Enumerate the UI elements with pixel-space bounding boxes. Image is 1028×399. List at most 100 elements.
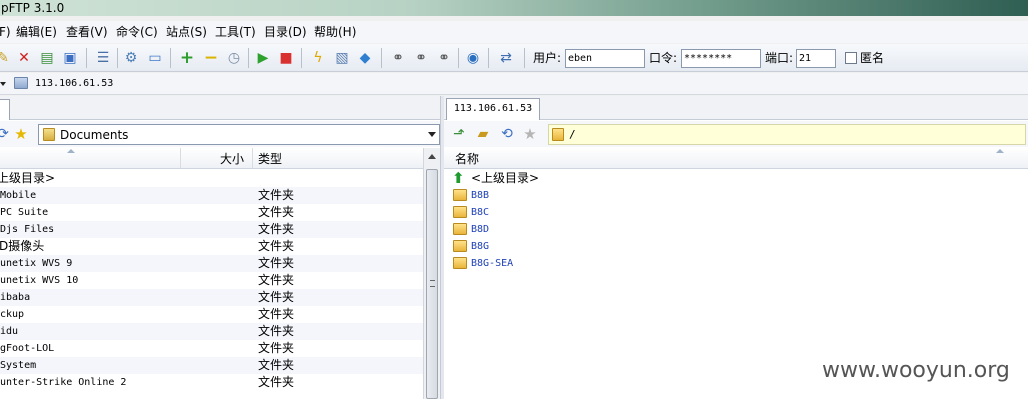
quick-connect-bar: 113.106.61.53 <box>0 73 1028 95</box>
user-field[interactable]: eben <box>565 49 645 68</box>
remote-pane: 113.106.61.53 ⬏ ▰ ⟲ ★ / 名称 ⬆ <上级目录> B8B … <box>444 96 1028 399</box>
toolbar-separator <box>170 48 171 68</box>
list-item[interactable]: gFoot-LOL 文件夹 <box>0 340 423 357</box>
clock-icon[interactable]: ◷ <box>225 49 243 67</box>
remove-icon[interactable]: − <box>202 49 220 67</box>
bookmark-star-icon[interactable]: ★ <box>12 125 30 143</box>
refresh-icon[interactable]: ⟲ <box>498 125 516 143</box>
menu-tools[interactable]: 工具(T) <box>215 24 256 40</box>
stop-icon[interactable]: ■ <box>277 49 295 67</box>
list-item[interactable]: unetix WVS 10 文件夹 <box>0 272 423 289</box>
list-item[interactable]: ⬆ <上级目录> <box>444 170 1028 187</box>
local-address-row: ⟳ ★ Documents <box>0 121 440 147</box>
new-folder-icon[interactable]: ▰ <box>474 125 492 143</box>
menu-edit[interactable]: 编辑(E) <box>16 24 57 40</box>
search-binoculars-icon[interactable]: ⚭ <box>389 49 407 67</box>
list-item[interactable]: unter-Strike Online 2 文件夹 <box>0 374 423 391</box>
local-tab[interactable] <box>0 99 10 120</box>
toolbar-separator <box>86 48 87 68</box>
parent-dir-icon[interactable]: ⬏ <box>450 125 468 143</box>
search-next-icon[interactable]: ⚭ <box>412 49 430 67</box>
menu-command[interactable]: 命令(C) <box>116 24 158 40</box>
remote-column-header: 名称 <box>444 148 1028 169</box>
folder-icon <box>453 189 467 201</box>
connect-icon[interactable]: ✎ <box>0 49 12 67</box>
column-name[interactable]: 名称 <box>455 152 479 166</box>
list-item[interactable]: idu 文件夹 <box>0 323 423 340</box>
add-icon[interactable]: + <box>178 49 196 67</box>
remote-path-field[interactable]: / <box>548 124 1026 145</box>
file-type: 文件夹 <box>258 324 295 338</box>
toolbar-separator <box>301 48 302 68</box>
globe-icon[interactable]: ◉ <box>464 49 482 67</box>
list-item[interactable]: Mobile 文件夹 <box>0 187 423 204</box>
folder-icon <box>453 223 467 235</box>
menu-bar: F) 编辑(E) 查看(V) 命令(C) 站点(S) 工具(T) 目录(D) 帮… <box>0 21 1028 43</box>
remote-tab[interactable]: 113.106.61.53 <box>446 98 540 120</box>
menu-help[interactable]: 帮助(H) <box>314 24 356 40</box>
password-field[interactable]: ******** <box>681 49 761 68</box>
file-name: B8C <box>471 207 490 218</box>
toolbar-separator <box>524 48 525 68</box>
remote-tab-strip: 113.106.61.53 <box>444 96 1028 120</box>
port-field[interactable]: 21 <box>796 49 836 68</box>
window-icon[interactable]: ▭ <box>146 49 164 67</box>
quick-connect-icon[interactable]: ▣ <box>61 49 79 67</box>
bookmark-star-icon[interactable]: ★ <box>521 125 539 143</box>
anonymous-checkbox[interactable] <box>845 52 857 64</box>
column-type[interactable]: 类型 <box>258 152 282 166</box>
list-item[interactable]: PC Suite 文件夹 <box>0 204 423 221</box>
file-name: unter-Strike Online 2 <box>0 377 127 388</box>
file-name: ibaba <box>0 292 31 303</box>
scrollbar-thumb[interactable] <box>426 169 438 399</box>
file-name: unetix WVS 9 <box>0 258 73 269</box>
local-scrollbar[interactable] <box>423 148 440 399</box>
site-manager-icon[interactable]: ▤ <box>38 49 56 67</box>
column-divider[interactable] <box>180 148 181 168</box>
remote-path: / <box>569 128 576 141</box>
refresh-icon[interactable]: ⟳ <box>0 125 12 143</box>
chevron-down-icon[interactable] <box>428 132 436 137</box>
window-title: pFTP 3.1.0 <box>1 1 65 15</box>
queue-icon[interactable]: ☰ <box>94 49 112 67</box>
refresh-icon[interactable]: ⇄ <box>497 49 515 67</box>
documents-folder-icon <box>43 128 55 141</box>
menu-view[interactable]: 查看(V) <box>66 24 108 40</box>
list-item[interactable]: 上级目录> <box>0 170 423 187</box>
menu-file[interactable]: F) <box>0 24 11 40</box>
file-type: 文件夹 <box>258 188 295 202</box>
file-name: idu <box>0 326 19 337</box>
image-icon[interactable]: ▧ <box>333 49 351 67</box>
menu-directory[interactable]: 目录(D) <box>264 24 307 40</box>
local-path-combo[interactable]: Documents <box>38 124 440 145</box>
scroll-up-icon[interactable] <box>428 154 436 159</box>
list-item[interactable]: D摄像头 文件夹 <box>0 238 423 255</box>
lightning-icon[interactable]: ϟ <box>309 49 327 67</box>
list-item[interactable]: System 文件夹 <box>0 357 423 374</box>
list-item[interactable]: unetix WVS 9 文件夹 <box>0 255 423 272</box>
menu-site[interactable]: 站点(S) <box>166 24 207 40</box>
diamond-icon[interactable]: ◆ <box>356 49 374 67</box>
list-item[interactable]: B8D <box>444 221 1028 238</box>
quick-address[interactable]: 113.106.61.53 <box>35 77 113 91</box>
list-item[interactable]: B8G-SEA <box>444 255 1028 272</box>
column-size[interactable]: 大小 <box>220 152 244 166</box>
file-type: 文件夹 <box>258 273 295 287</box>
file-type: 文件夹 <box>258 375 295 389</box>
search-prev-icon[interactable]: ⚭ <box>435 49 453 67</box>
list-item[interactable]: Djs Files 文件夹 <box>0 221 423 238</box>
file-name: B8G-SEA <box>471 258 514 269</box>
toolbar-separator <box>248 48 249 68</box>
play-icon[interactable]: ▶ <box>254 49 272 67</box>
list-item[interactable]: ckup 文件夹 <box>0 306 423 323</box>
list-item[interactable]: ibaba 文件夹 <box>0 289 423 306</box>
dropdown-arrow-icon[interactable] <box>0 82 6 86</box>
list-item[interactable]: B8B <box>444 187 1028 204</box>
file-type: 文件夹 <box>258 205 295 219</box>
list-item[interactable]: B8G <box>444 238 1028 255</box>
list-item[interactable]: B8C <box>444 204 1028 221</box>
settings-icon[interactable]: ⚙ <box>122 49 140 67</box>
file-name: <上级目录> <box>471 171 540 185</box>
disconnect-icon[interactable]: ✕ <box>15 49 33 67</box>
column-divider[interactable] <box>252 148 253 168</box>
